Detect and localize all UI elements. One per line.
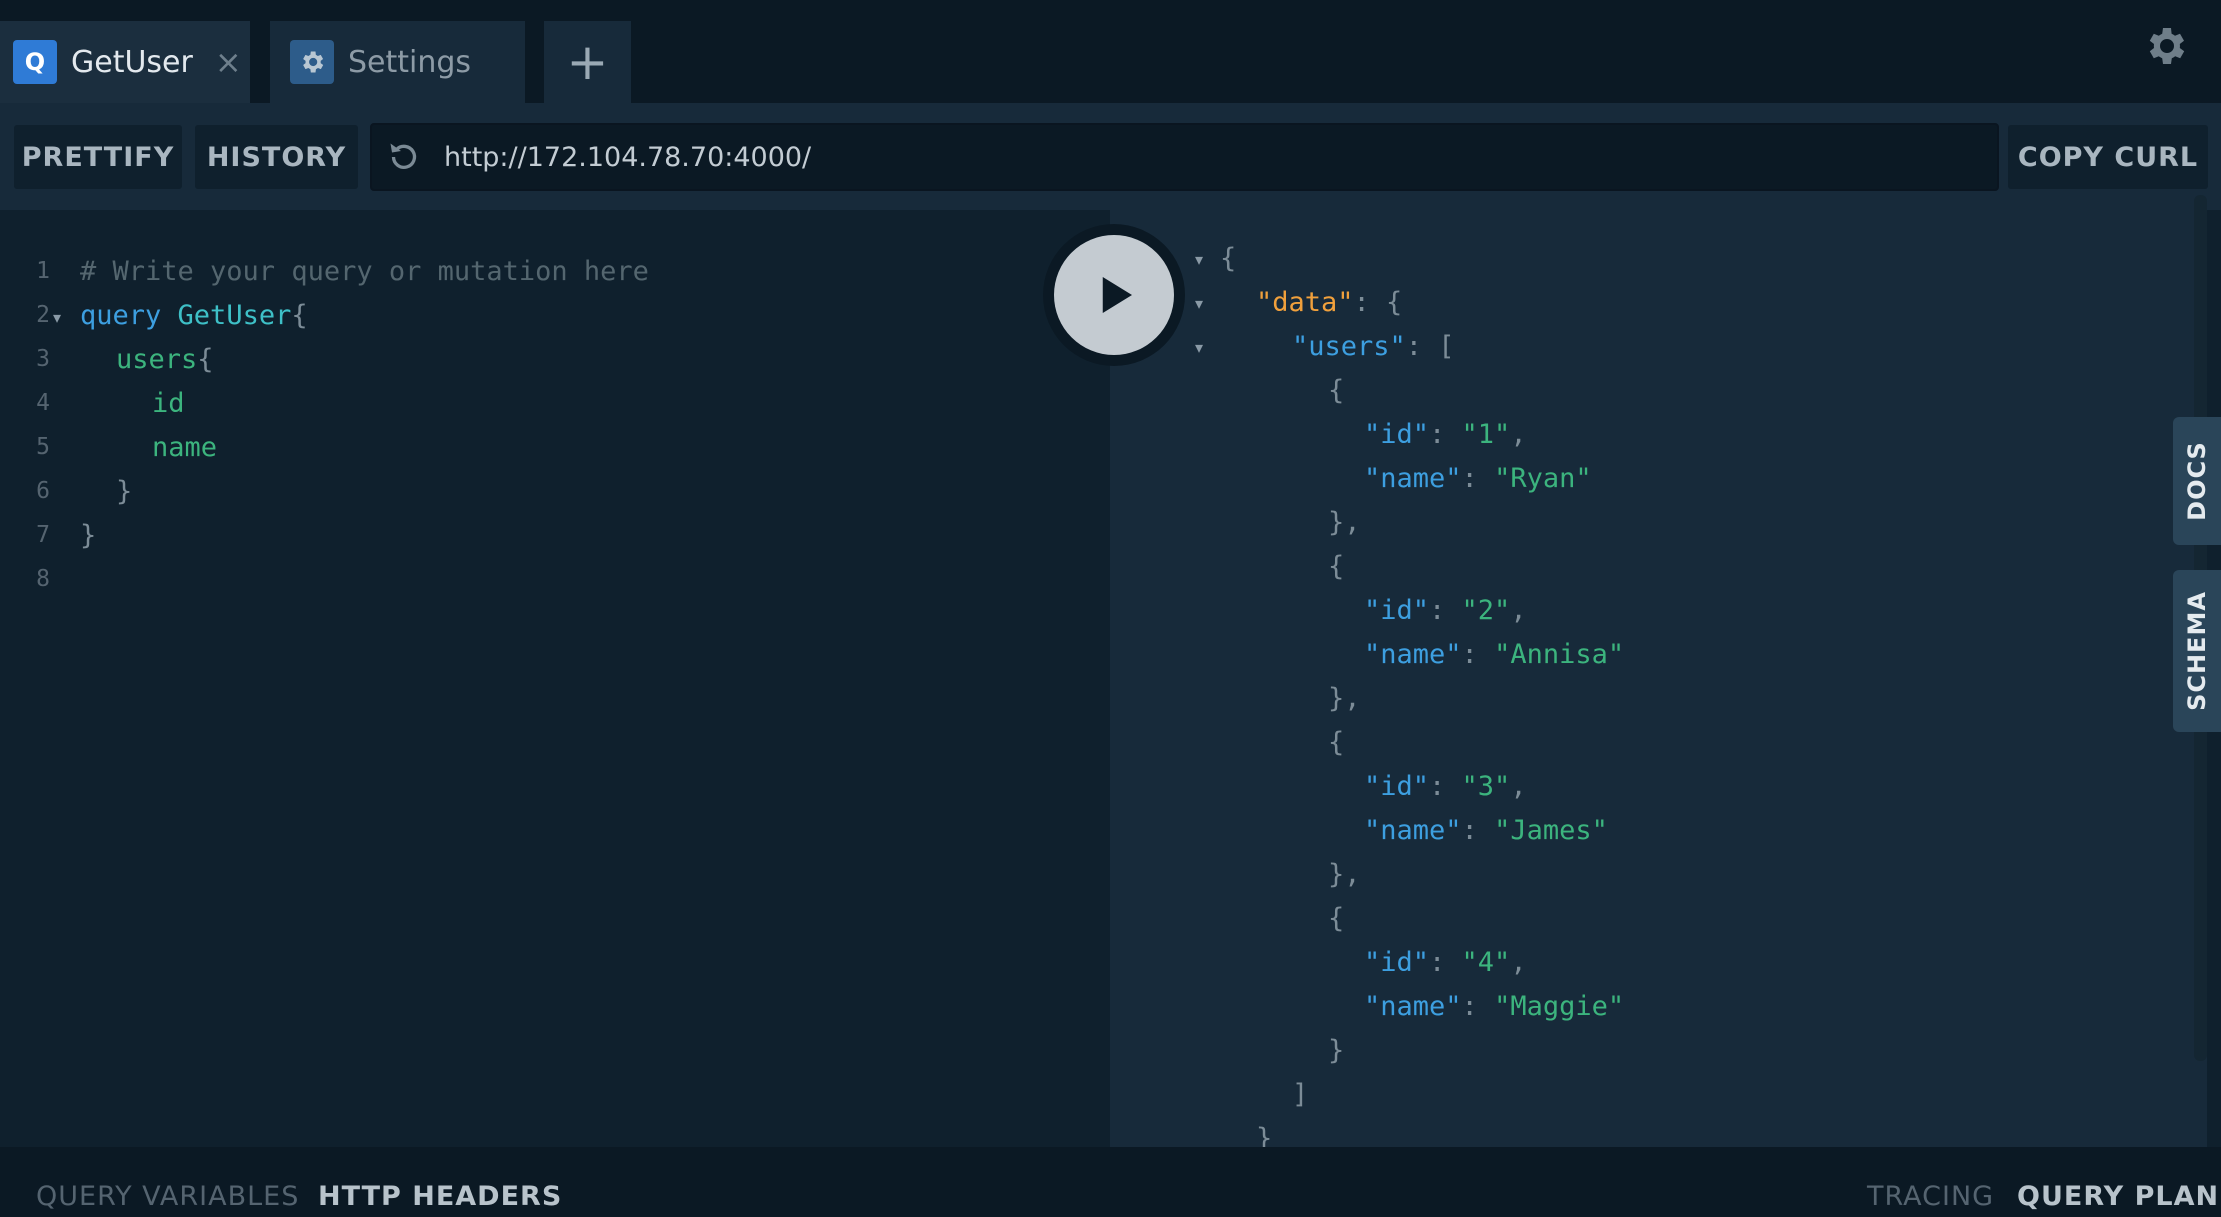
- brace: {: [197, 344, 214, 375]
- brace: {: [291, 300, 308, 331]
- json-brace: },: [1328, 683, 1361, 714]
- query-editor[interactable]: 1 2 ▾ 3 4 5 6 7 8 # Write your query or …: [0, 210, 1110, 1147]
- json-data-line: "data": {: [1256, 287, 1403, 318]
- reload-icon[interactable]: [386, 139, 422, 175]
- gear-icon: [290, 40, 334, 84]
- line-number: 1: [36, 258, 50, 284]
- execute-query-button[interactable]: [1054, 235, 1174, 355]
- tab-settings[interactable]: Settings: [270, 21, 525, 103]
- json-key-users: "users": [1292, 331, 1406, 362]
- query-keyword: query: [80, 300, 162, 331]
- docs-label: DOCS: [2183, 441, 2212, 521]
- json-user-name: "name": "Annisa": [1364, 639, 1625, 670]
- fold-arrow-icon[interactable]: ▾: [1195, 250, 1203, 269]
- field-users: users: [116, 344, 198, 375]
- line-number: 8: [36, 566, 50, 592]
- fold-arrow-icon[interactable]: ▾: [53, 308, 61, 327]
- json-brace: {: [1328, 551, 1345, 582]
- bottom-bar: QUERY VARIABLES HTTP HEADERS TRACING QUE…: [0, 1147, 2221, 1217]
- schema-label: SCHEMA: [2183, 591, 2211, 711]
- endpoint-url-input[interactable]: http://172.104.78.70:4000/: [370, 123, 1999, 191]
- play-icon: [1102, 277, 1132, 313]
- json-brace: }: [1256, 1123, 1273, 1147]
- json-user-id: "id": "4",: [1364, 947, 1527, 978]
- fold-arrow-icon[interactable]: ▾: [1195, 338, 1203, 357]
- json-user-name: "name": "Ryan": [1364, 463, 1592, 494]
- result-pane[interactable]: ▾ { ▾ "data": { ▾ "users": [ { "id": "1"…: [1110, 195, 2207, 1147]
- tab-label: GetUser: [71, 44, 193, 80]
- json-brace: },: [1328, 859, 1361, 890]
- json-brace: },: [1328, 507, 1361, 538]
- json-user-name: "name": "James": [1364, 815, 1608, 846]
- brace: }: [80, 520, 97, 551]
- close-icon[interactable]: ×: [215, 43, 242, 81]
- field-id: id: [152, 388, 185, 419]
- tab-label: Settings: [348, 44, 472, 80]
- json-user-id: "id": "2",: [1364, 595, 1527, 626]
- json-user-id: "id": "1",: [1364, 419, 1527, 450]
- brace: }: [116, 476, 133, 507]
- json-brace: {: [1328, 903, 1345, 934]
- http-headers-tab[interactable]: HTTP HEADERS: [318, 1181, 562, 1212]
- query-name: GetUser: [177, 300, 292, 331]
- field-name: name: [152, 432, 218, 463]
- query-line-3: users{: [116, 344, 214, 375]
- json-key-data: "data": [1256, 287, 1354, 318]
- history-button[interactable]: HISTORY: [195, 125, 358, 189]
- settings-gear-icon[interactable]: [2141, 22, 2189, 70]
- tab-getuser[interactable]: Q GetUser ×: [0, 21, 250, 103]
- json-brace: {: [1328, 375, 1345, 406]
- query-badge: Q: [13, 40, 57, 84]
- json-brace: }: [1328, 1035, 1345, 1066]
- json-users-line: "users": [: [1292, 331, 1455, 362]
- copy-curl-button[interactable]: COPY CURL: [2008, 125, 2208, 189]
- line-number: 5: [36, 434, 50, 460]
- line-number: 7: [36, 522, 50, 548]
- json-bracket: ]: [1292, 1079, 1309, 1110]
- json-user-name: "name": "Maggie": [1364, 991, 1625, 1022]
- query-variables-tab[interactable]: QUERY VARIABLES: [36, 1181, 299, 1212]
- tab-bar: Q GetUser × Settings +: [0, 0, 2221, 103]
- query-comment: # Write your query or mutation here: [80, 256, 649, 287]
- line-number: 3: [36, 346, 50, 372]
- fold-arrow-icon[interactable]: ▾: [1195, 294, 1203, 313]
- line-number: 2: [36, 302, 50, 328]
- schema-tab[interactable]: SCHEMA: [2173, 570, 2221, 732]
- query-line-2: query GetUser{: [80, 300, 308, 331]
- tracing-tab[interactable]: TRACING: [1867, 1181, 1994, 1212]
- json-brace: {: [1220, 243, 1237, 274]
- line-number: 6: [36, 478, 50, 504]
- endpoint-url: http://172.104.78.70:4000/: [444, 141, 812, 173]
- query-plan-tab[interactable]: QUERY PLAN: [2017, 1181, 2219, 1212]
- docs-tab[interactable]: DOCS: [2173, 417, 2221, 545]
- toolbar: PRETTIFY HISTORY http://172.104.78.70:40…: [0, 103, 2221, 210]
- prettify-button[interactable]: PRETTIFY: [14, 125, 182, 189]
- add-tab-button[interactable]: +: [544, 21, 631, 103]
- line-number: 4: [36, 390, 50, 416]
- json-user-id: "id": "3",: [1364, 771, 1527, 802]
- json-brace: {: [1328, 727, 1345, 758]
